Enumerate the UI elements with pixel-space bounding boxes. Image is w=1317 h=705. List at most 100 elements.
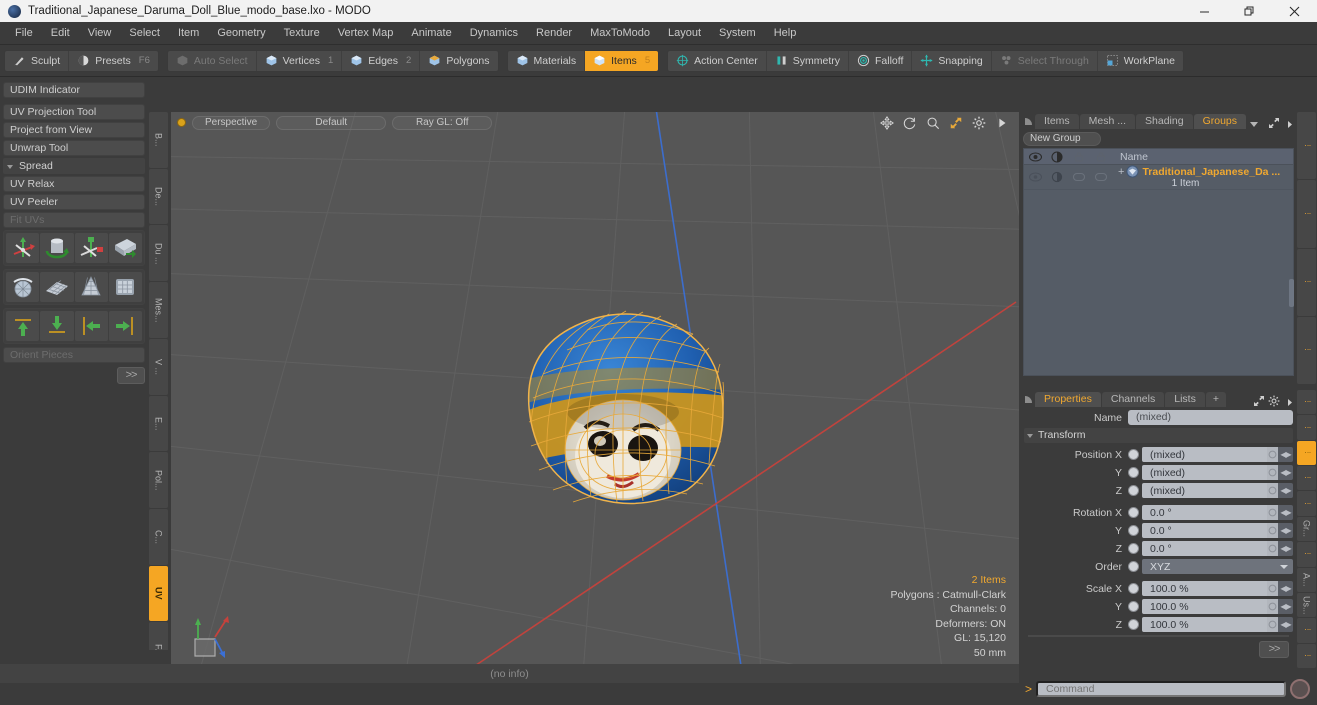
position-x-key-toggle[interactable] (1128, 449, 1139, 460)
rotation-y-input[interactable]: 0.0 ° (1142, 523, 1267, 538)
expand-arrows-icon[interactable] (1267, 117, 1281, 129)
tree-expander[interactable]: + (1118, 166, 1124, 178)
right-vtab-top-4[interactable]: ⋮ (1297, 316, 1316, 384)
position-y-input[interactable]: (mixed) (1142, 465, 1267, 480)
command-input[interactable] (1036, 681, 1286, 697)
close-icon[interactable] (1272, 0, 1317, 22)
select-through-button[interactable]: Select Through (992, 50, 1098, 71)
scale-y-input[interactable]: 100.0 % (1142, 599, 1267, 614)
position-y-key-toggle[interactable] (1128, 467, 1139, 478)
scale-x-input[interactable]: 100.0 % (1142, 581, 1267, 596)
scale-z-mini-toggle[interactable] (1267, 617, 1278, 632)
menu-edit[interactable]: Edit (42, 24, 79, 42)
menu-item[interactable]: Item (169, 24, 208, 42)
position-z-input[interactable]: (mixed) (1142, 483, 1267, 498)
minimize-button[interactable] (1182, 0, 1227, 22)
position-x-mini-toggle[interactable] (1267, 447, 1278, 462)
rotation-x-spinner[interactable]: ◀▶ (1278, 505, 1293, 520)
zoom-magnifier-icon[interactable] (926, 116, 940, 130)
rotation-y-key-toggle[interactable] (1128, 525, 1139, 536)
rotate-icon[interactable] (903, 116, 917, 130)
scale-y-key-toggle[interactable] (1128, 601, 1139, 612)
rotation-order-key-toggle[interactable] (1128, 561, 1139, 572)
snapping-button[interactable]: Snapping (912, 50, 992, 71)
vertices-button[interactable]: Vertices 1 (257, 50, 343, 71)
vtab-duplicate[interactable]: Du ... (149, 225, 168, 282)
menu-render[interactable]: Render (527, 24, 581, 42)
vtab-uv[interactable]: UV (149, 565, 168, 622)
uv-transform-gizmo-icon[interactable] (74, 233, 108, 263)
tab-lists[interactable]: Lists (1165, 392, 1205, 407)
scale-x-key-toggle[interactable] (1128, 583, 1139, 594)
properties-corner-icon[interactable] (1023, 392, 1034, 407)
row-eye-toggle-icon[interactable] (1024, 172, 1046, 182)
uv-align-left-icon[interactable] (74, 311, 108, 341)
name-field[interactable]: (mixed) (1128, 410, 1293, 425)
row-lock-toggle-icon[interactable] (1068, 172, 1090, 182)
menu-file[interactable]: File (6, 24, 42, 42)
uv-move-gizmo-icon[interactable] (6, 233, 40, 263)
position-z-key-toggle[interactable] (1128, 485, 1139, 496)
menu-maxtomodo[interactable]: MaxToModo (581, 24, 659, 42)
menu-help[interactable]: Help (765, 24, 806, 42)
uv-grid-plane-icon[interactable] (40, 272, 74, 302)
scale-z-key-toggle[interactable] (1128, 619, 1139, 630)
properties-gear-icon[interactable] (1267, 395, 1281, 407)
properties-expand-arrows-icon[interactable] (1252, 395, 1266, 407)
rotation-z-mini-toggle[interactable] (1267, 541, 1278, 556)
auto-select-button[interactable]: Auto Select (168, 50, 257, 71)
position-y-mini-toggle[interactable] (1267, 465, 1278, 480)
vtab-polygon[interactable]: Pol... (149, 452, 168, 508)
rotation-x-input[interactable]: 0.0 ° (1142, 505, 1267, 520)
materials-button[interactable]: Materials (508, 50, 586, 71)
sculpt-button[interactable]: Sculpt (5, 50, 70, 71)
new-group-button[interactable]: New Group (1023, 132, 1101, 146)
right-vtab-bot-10[interactable]: ⋮ (1297, 618, 1316, 643)
rotation-x-key-toggle[interactable] (1128, 507, 1139, 518)
workplane-button[interactable]: WorkPlane (1098, 51, 1183, 71)
tab-groups[interactable]: Groups (1193, 114, 1247, 129)
right-vtab-bot-11[interactable]: ⋮ (1297, 643, 1316, 668)
groups-tree[interactable]: Name + Traditional_Japanese_Da ... 1 Ite… (1023, 148, 1294, 376)
vtab-edge[interactable]: E... (149, 395, 168, 452)
move-icon[interactable] (880, 116, 894, 130)
uv-cone-unwrap-icon[interactable] (74, 272, 108, 302)
scale-x-spinner[interactable]: ◀▶ (1278, 581, 1293, 596)
row-render-toggle-icon[interactable] (1046, 171, 1068, 183)
right-vtab-bot-5[interactable]: ⋮ (1297, 491, 1316, 516)
properties-overflow-chevron-right-icon[interactable] (1282, 398, 1296, 407)
tab-properties[interactable]: Properties (1035, 392, 1101, 407)
chevron-down-icon[interactable] (1247, 119, 1261, 129)
viewport-ray-gl-toggle[interactable]: Ray GL: Off (392, 115, 493, 130)
position-y-spinner[interactable]: ◀▶ (1278, 465, 1293, 480)
right-vtab-bot-7[interactable]: ⋮ (1297, 542, 1316, 567)
uv-peeler-button[interactable]: UV Peeler (3, 194, 145, 210)
items-button[interactable]: Items 5 (585, 50, 659, 71)
vtab-deform[interactable]: De... (149, 168, 168, 225)
rotation-y-mini-toggle[interactable] (1267, 523, 1278, 538)
tab-mesh[interactable]: Mesh ... (1079, 114, 1136, 129)
rotation-y-spinner[interactable]: ◀▶ (1278, 523, 1293, 538)
rotation-z-input[interactable]: 0.0 ° (1142, 541, 1267, 556)
tab-add-button[interactable]: + (1205, 392, 1226, 407)
right-vtab-top-2[interactable]: ⋮ (1297, 180, 1316, 248)
table-row[interactable]: + Traditional_Japanese_Da ... 1 Item (1024, 165, 1293, 190)
right-vtab-groups[interactable]: Gr... (1297, 516, 1316, 542)
tab-channels[interactable]: Channels (1101, 392, 1165, 407)
right-vtab-top-1[interactable]: ⋮ (1297, 112, 1316, 180)
rotation-x-mini-toggle[interactable] (1267, 505, 1278, 520)
orient-pieces-field[interactable]: Orient Pieces (3, 347, 145, 363)
menu-layout[interactable]: Layout (659, 24, 710, 42)
tab-items[interactable]: Items (1035, 114, 1079, 129)
uv-box-unwrap-icon[interactable] (108, 272, 142, 302)
right-vtab-top-3[interactable]: ⋮ (1297, 248, 1316, 316)
menu-animate[interactable]: Animate (402, 24, 460, 42)
vtab-basic[interactable]: B... (149, 112, 168, 168)
vtab-mesh[interactable]: Mes... (149, 282, 168, 338)
right-vtab-bot-2[interactable]: ⋮ (1297, 415, 1316, 440)
presets-button[interactable]: Presets F6 (69, 51, 158, 71)
rotation-z-key-toggle[interactable] (1128, 543, 1139, 554)
scale-z-spinner[interactable]: ◀▶ (1278, 617, 1293, 632)
falloff-button[interactable]: Falloff (849, 50, 913, 71)
menu-vertex-map[interactable]: Vertex Map (329, 24, 403, 42)
